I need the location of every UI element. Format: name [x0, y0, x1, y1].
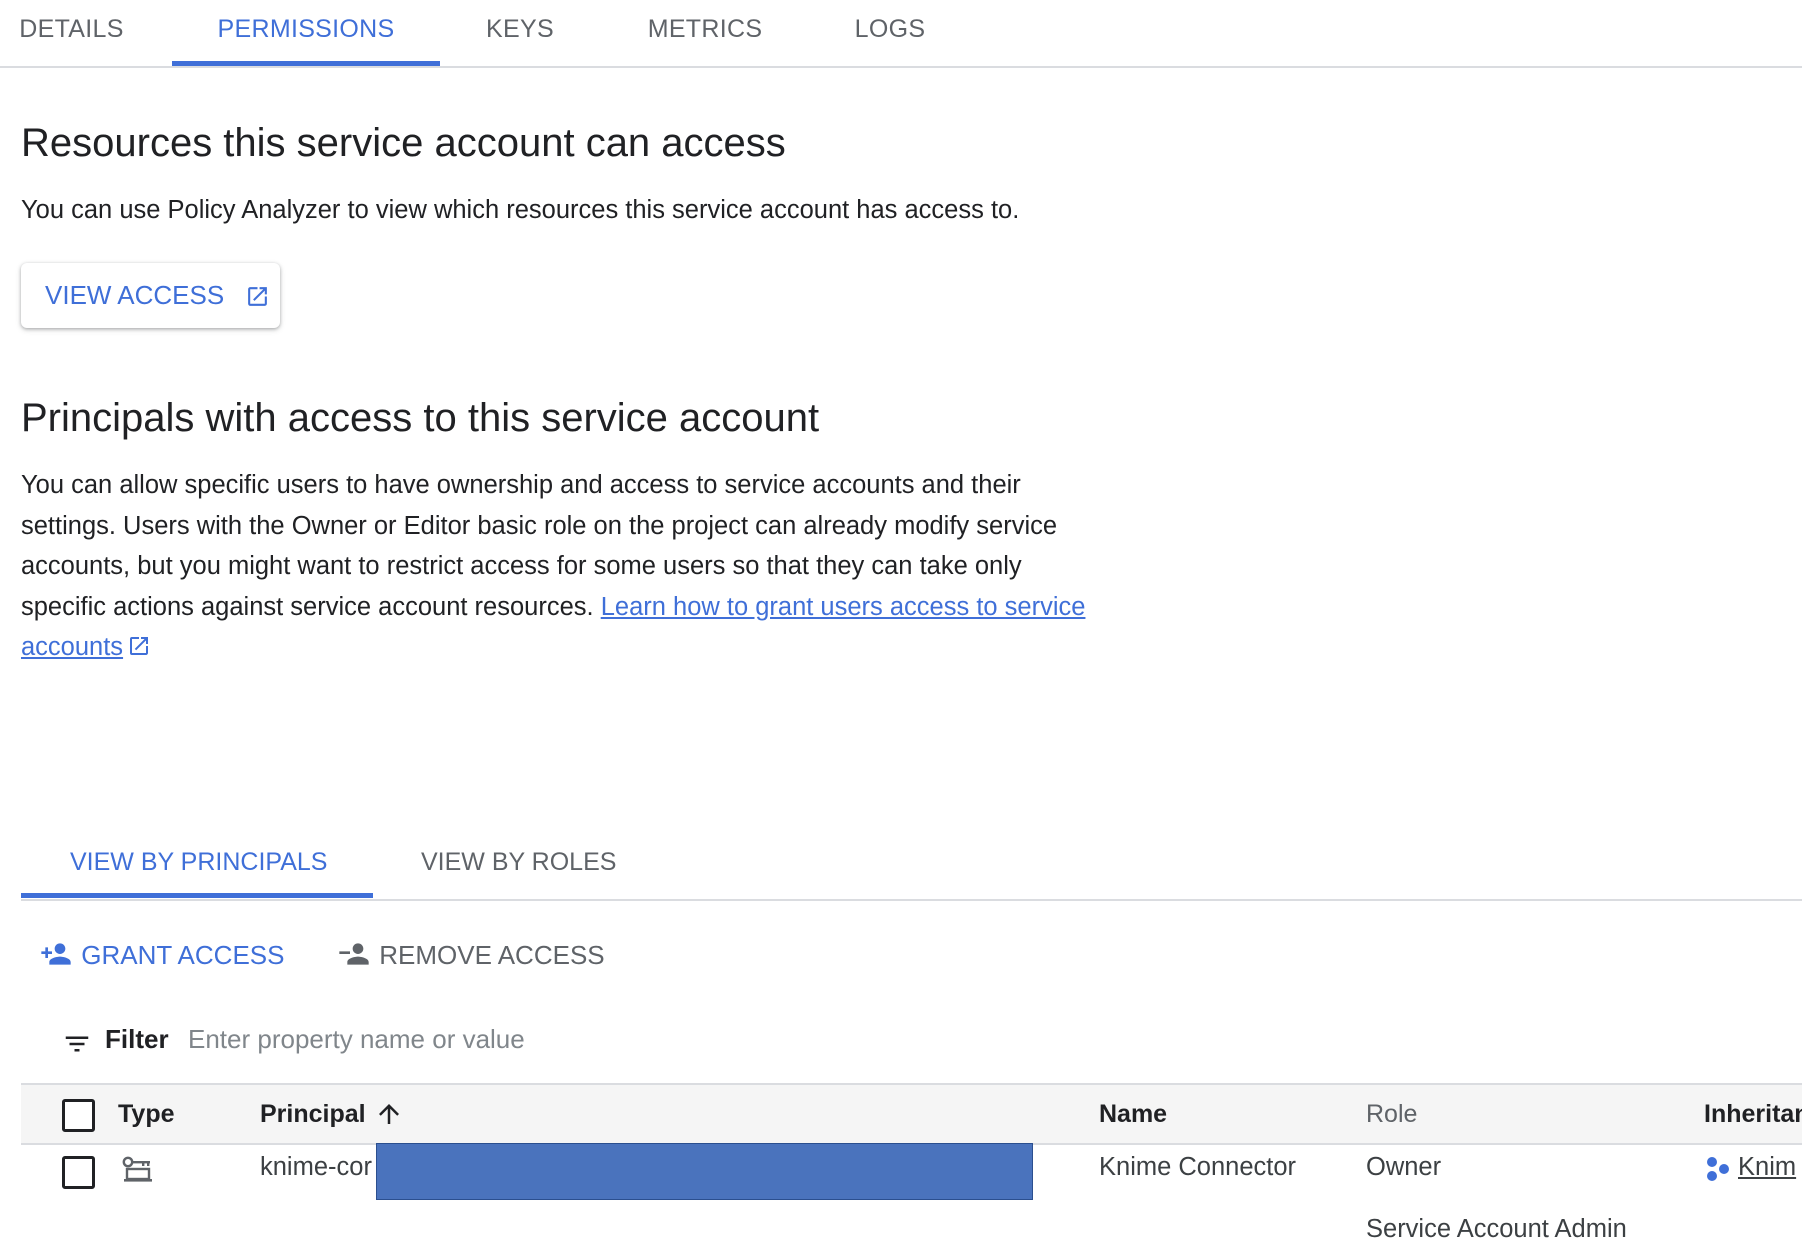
- resources-heading: Resources this service account can acces…: [21, 121, 786, 165]
- remove-access-label: REMOVE ACCESS: [379, 940, 605, 970]
- view-access-label: VIEW ACCESS: [45, 280, 225, 310]
- sort-arrow-up-icon[interactable]: [374, 1099, 404, 1129]
- person-add-icon: [41, 943, 71, 965]
- table-header: Type Principal Name Role Inheritan: [21, 1083, 1802, 1145]
- principals-heading: Principals with access to this service a…: [21, 396, 820, 440]
- active-tab-indicator: [172, 61, 440, 66]
- role-cell: Owner: [1366, 1153, 1442, 1181]
- column-role[interactable]: Role: [1366, 1085, 1417, 1143]
- tab-keys[interactable]: KEYS: [470, 0, 570, 66]
- principal-cell: knime-cor: [260, 1153, 372, 1181]
- grant-access-button[interactable]: GRANT ACCESS: [38, 938, 284, 971]
- person-remove-icon: [339, 943, 369, 965]
- grant-access-label: GRANT ACCESS: [81, 940, 285, 970]
- tab-details[interactable]: DETAILS: [0, 0, 143, 66]
- column-type[interactable]: Type: [118, 1085, 175, 1143]
- resources-description: You can use Policy Analyzer to view whic…: [21, 196, 1020, 224]
- tab-view-by-principals[interactable]: VIEW BY PRINCIPALS: [70, 813, 327, 899]
- filter-icon: [65, 1036, 89, 1052]
- inheritance-link[interactable]: Knim: [1738, 1153, 1796, 1182]
- open-in-new-icon: [130, 637, 149, 655]
- tab-metrics[interactable]: METRICS: [625, 0, 785, 66]
- service-account-icon: [122, 1156, 152, 1182]
- active-view-tab-indicator: [21, 893, 373, 898]
- column-name[interactable]: Name: [1099, 1085, 1167, 1143]
- filter-label: Filter: [105, 1024, 169, 1054]
- remove-access-button[interactable]: REMOVE ACCESS: [336, 938, 605, 971]
- view-tab-bar: VIEW BY PRINCIPALS VIEW BY ROLES: [21, 813, 1802, 901]
- project-icon: [1707, 1157, 1729, 1181]
- open-in-new-icon: [248, 287, 267, 306]
- principals-description: You can allow specific users to have own…: [21, 465, 1091, 668]
- row-checkbox[interactable]: [62, 1156, 95, 1189]
- filter-input[interactable]: [186, 1018, 1090, 1060]
- redaction-block: [376, 1143, 1033, 1200]
- view-access-button[interactable]: VIEW ACCESS: [21, 263, 280, 328]
- filter-bar: Filter: [21, 1010, 1802, 1070]
- role-cell-2: Service Account Admin: [1366, 1215, 1627, 1243]
- table-row: knime-cor Knime Connector Owner Service …: [21, 1143, 1802, 1243]
- column-inheritance[interactable]: Inheritan: [1704, 1085, 1802, 1143]
- select-all-checkbox[interactable]: [62, 1099, 95, 1132]
- top-tab-bar: DETAILS PERMISSIONS KEYS METRICS LOGS: [0, 0, 1802, 68]
- tab-logs[interactable]: LOGS: [840, 0, 940, 66]
- tab-permissions[interactable]: PERMISSIONS: [172, 0, 440, 66]
- tab-view-by-roles[interactable]: VIEW BY ROLES: [421, 813, 616, 899]
- name-cell: Knime Connector: [1099, 1153, 1297, 1181]
- column-principal[interactable]: Principal: [260, 1085, 366, 1143]
